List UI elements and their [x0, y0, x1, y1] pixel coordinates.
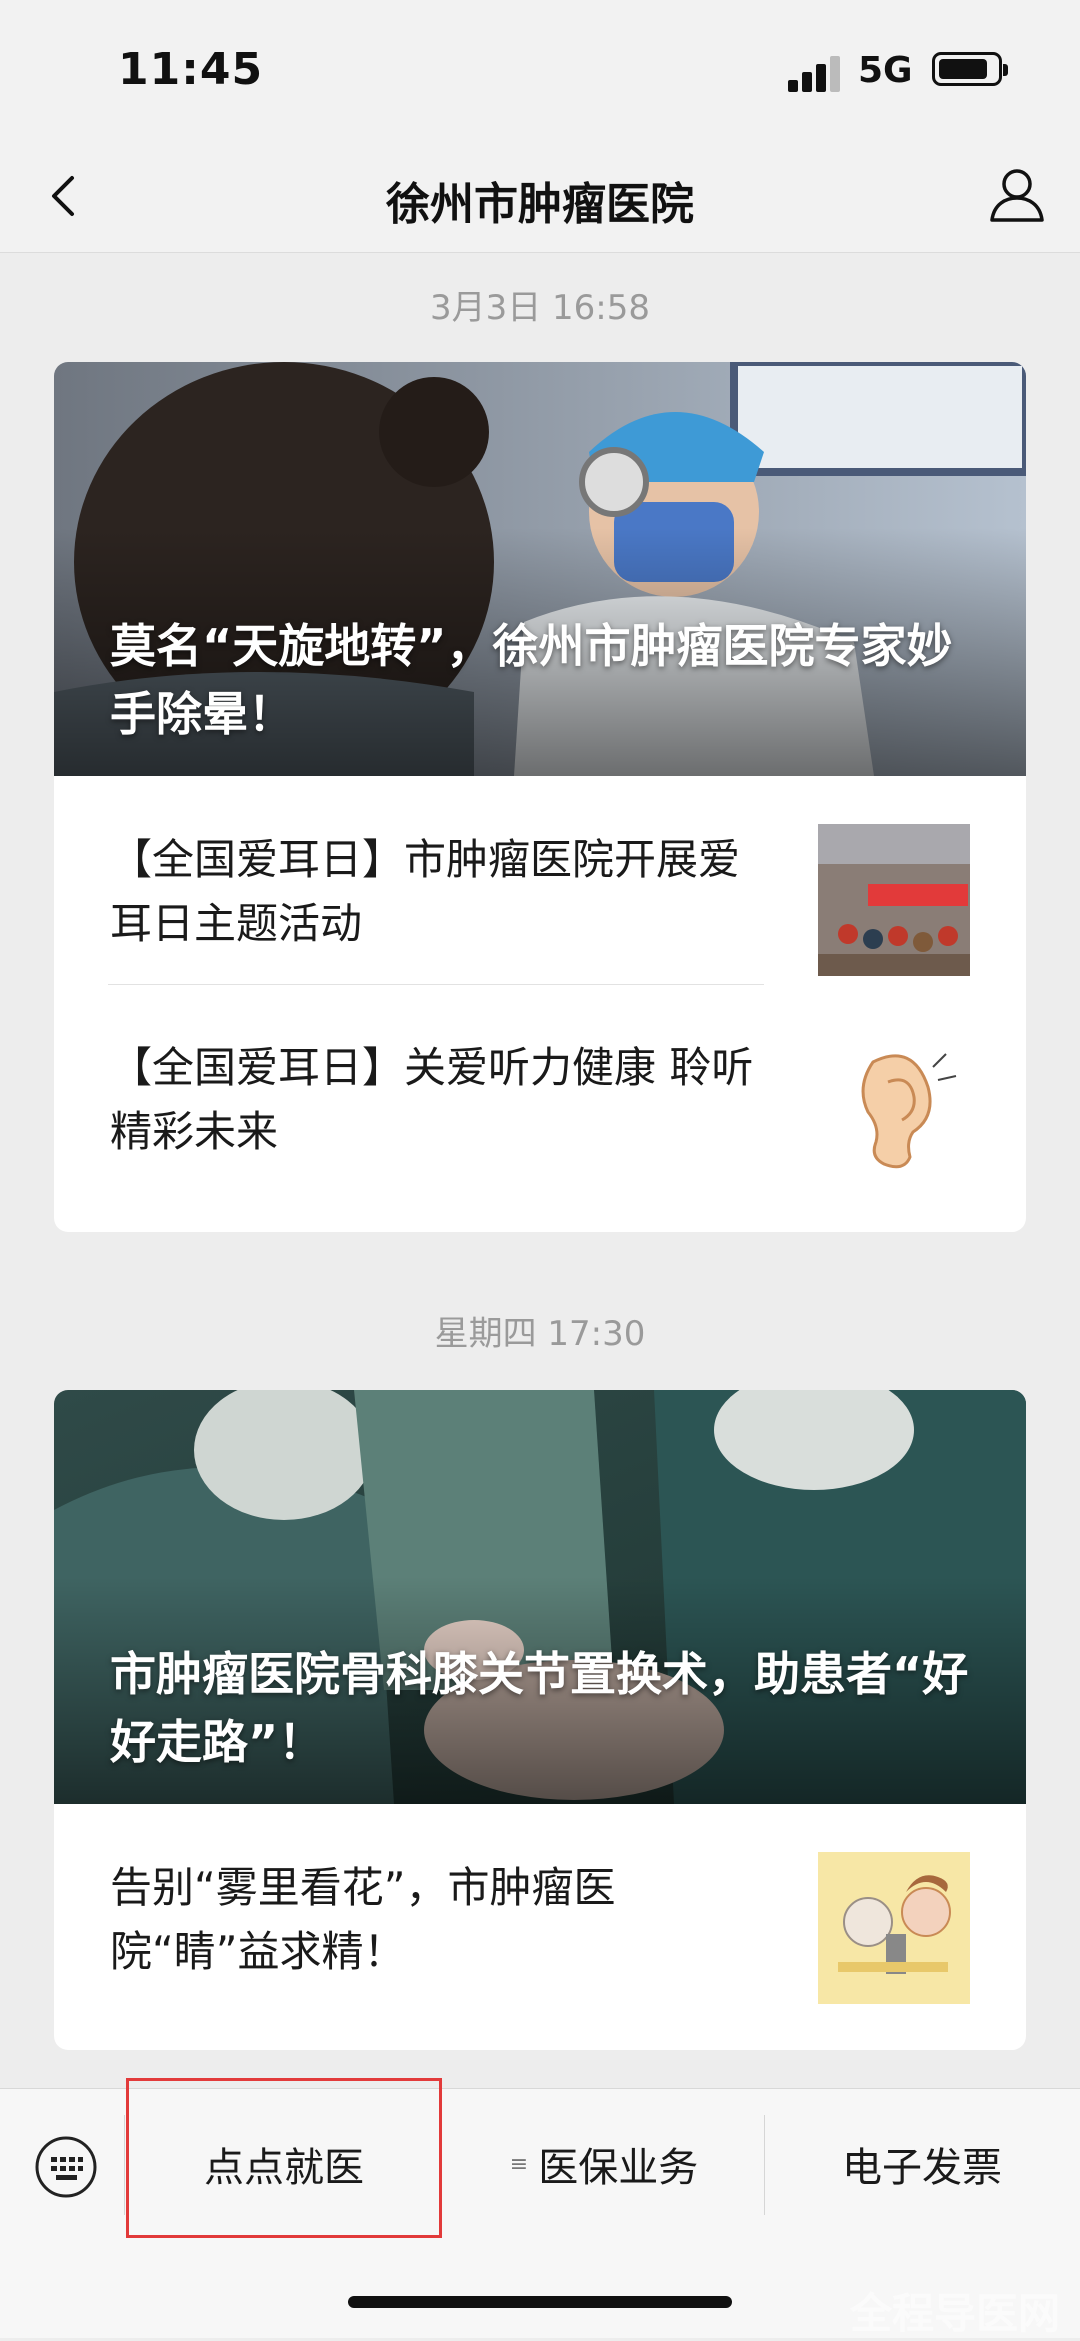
menu-item-label: 医保业务 [538, 2145, 699, 2191]
article-list-item[interactable]: 【全国爱耳日】市肿瘤医院开展爱耳日主题活动 [54, 776, 1026, 984]
article-thumbnail [818, 824, 970, 976]
hero-title: 莫名“天旋地转”，徐州市肿瘤医院专家妙手除晕！ [110, 619, 953, 741]
hero-title: 市肿瘤医院骨科膝关节置换术，助患者“好好走路”！ [110, 1647, 969, 1769]
person-icon [990, 169, 1044, 222]
status-bar: 11:45 5G [0, 0, 1080, 140]
message-timestamp: 3月3日 16:58 [429, 288, 651, 328]
article-title: 【全国爱耳日】关爱听力健康 聆听精彩未来 [110, 1043, 754, 1156]
article-list-item[interactable]: 告别“雾里看花”，市肿瘤医院“睛”益求精！ [54, 1804, 1026, 2012]
profile-button[interactable] [984, 162, 1050, 228]
keyboard-toggle-button[interactable] [34, 2135, 98, 2199]
highlight-box [126, 2078, 442, 2238]
menu-item-yi-bao-ye-wu[interactable]: ≡ 医保业务 [444, 2089, 764, 2239]
network-type: 5G [858, 50, 913, 91]
keyboard-icon [35, 2136, 97, 2198]
watermark: 全程导医网 [849, 2289, 1060, 2338]
home-indicator[interactable] [348, 2296, 732, 2308]
battery-icon [932, 52, 1008, 86]
menu-item-label: 电子发票 [842, 2145, 1002, 2191]
submenu-icon: ≡ [509, 2151, 529, 2177]
article-thumbnail [818, 1032, 970, 1184]
status-time: 11:45 [118, 44, 264, 95]
message-timestamp: 星期四 17:30 [434, 1314, 646, 1354]
article-thumbnail [818, 1852, 970, 2004]
article-card: 莫名“天旋地转”，徐州市肿瘤医院专家妙手除晕！ 【全国爱耳日】市肿瘤医院开展爱耳… [54, 362, 1026, 1232]
article-card: 市肿瘤医院骨科膝关节置换术，助患者“好好走路”！ 告别“雾里看花”，市肿瘤医院“… [54, 1390, 1026, 2050]
article-hero[interactable]: 莫名“天旋地转”，徐州市肿瘤医院专家妙手除晕！ [54, 362, 1026, 776]
menu-item-dian-zi-fa-piao[interactable]: 电子发票 [764, 2089, 1080, 2239]
article-hero[interactable]: 市肿瘤医院骨科膝关节置换术，助患者“好好走路”！ [54, 1390, 1026, 1804]
nav-bar: 徐州市肿瘤医院 [0, 140, 1080, 253]
article-title: 【全国爱耳日】市肿瘤医院开展爱耳日主题活动 [110, 835, 741, 948]
article-list-item[interactable]: 【全国爱耳日】关爱听力健康 聆听精彩未来 [54, 984, 1026, 1192]
article-title: 告别“雾里看花”，市肿瘤医院“睛”益求精！ [110, 1863, 616, 1976]
signal-icon [788, 52, 848, 92]
page-title: 徐州市肿瘤医院 [386, 179, 694, 230]
